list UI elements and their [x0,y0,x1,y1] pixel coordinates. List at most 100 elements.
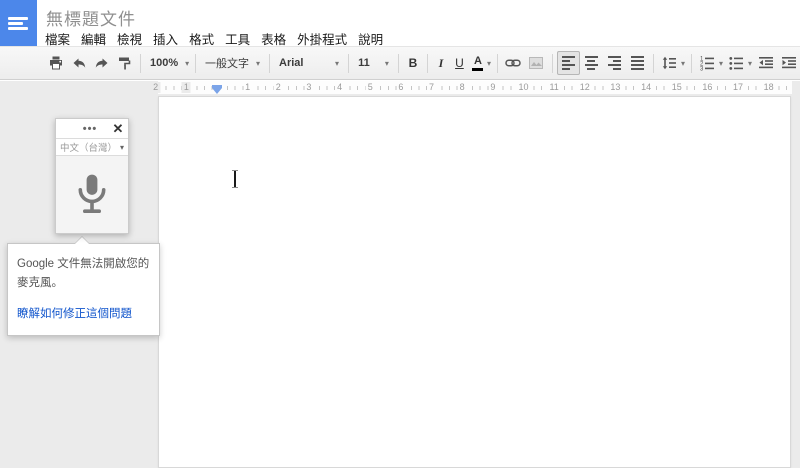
ruler-number: 12 [577,82,592,93]
chevron-down-icon[interactable]: ▾ [748,59,752,68]
language-select[interactable]: 中文（台灣） ▾ [56,138,128,156]
undo-button[interactable] [67,51,90,75]
ruler-number: 10 [516,82,531,93]
ruler-number: 17 [731,82,746,93]
ruler-number: 1 [243,82,253,93]
toolbar-separator [269,53,271,73]
ruler-number: 5 [365,82,375,93]
chevron-down-icon[interactable]: ▾ [487,59,491,68]
toolbar-separator [426,53,428,73]
font-family-value: Arial [279,57,304,69]
toolbar-separator [690,53,692,73]
font-size-select[interactable]: 11 ▾ [353,51,394,75]
align-left-button[interactable] [556,51,580,75]
underline-button[interactable]: U [450,51,469,75]
bold-label: B [408,56,418,70]
align-center-button[interactable] [580,51,603,75]
italic-button[interactable]: I [432,51,450,75]
align-right-button[interactable] [603,51,626,75]
paint-format-button[interactable] [113,51,136,75]
ruler-number: 18 [761,82,776,93]
mic-error-message: Google 文件無法開啟您的麥克風。 [17,258,150,289]
ruler-number: 7 [427,82,437,93]
align-left-icon [561,56,575,70]
ruler-number: 13 [608,82,623,93]
voice-panel-header: ••• ✕ [56,119,128,138]
toolbar-separator [195,53,196,73]
first-line-indent-marker[interactable] [212,85,222,88]
chevron-down-icon[interactable]: ▾ [681,59,685,68]
chevron-down-icon[interactable]: ▾ [719,59,723,68]
chevron-down-icon: ▾ [256,58,261,68]
svg-text:3: 3 [700,66,704,71]
microphone-button[interactable] [56,156,128,233]
text-color-button[interactable]: A [469,51,487,75]
ruler-number: 16 [700,82,715,93]
mic-error-tooltip: Google 文件無法開啟您的麥克風。 瞭解如何修正這個問題 [7,236,160,336]
ruler-number: 2 [151,82,161,93]
toolbar-separator [496,53,498,73]
ruler: 2 1 1 2 3 4 5 6 7 8 9 10 11 12 13 14 15 16 17 18 [0,81,800,94]
redo-button[interactable] [90,51,113,75]
ruler-number: 15 [669,82,684,93]
underline-label: U [455,56,464,70]
overflow-menu-icon[interactable]: ••• [56,123,108,134]
justify-button[interactable] [626,51,649,75]
insert-image-button[interactable] [525,51,548,75]
chevron-down-icon: ▾ [185,58,190,68]
bulleted-list-button[interactable] [725,51,748,75]
ruler-number: 6 [396,82,406,93]
print-button[interactable] [44,51,67,75]
close-icon[interactable]: ✕ [108,121,128,137]
ruler-number: 14 [639,82,654,93]
line-spacing-button[interactable] [658,51,681,75]
ruler-number: 11 [547,82,561,93]
chevron-down-icon: ▾ [119,142,124,152]
toolbar-separator [551,53,553,73]
numbered-list-button[interactable]: 123 [696,51,719,75]
increase-indent-button[interactable] [777,51,800,75]
google-docs-logo-icon[interactable] [0,0,37,46]
fix-problem-link[interactable]: 瞭解如何修正這個問題 [17,305,132,321]
paragraph-style-select[interactable]: 一般文字 ▾ [200,51,265,75]
toolbar-separator [652,53,654,73]
ruler-number: 4 [335,82,345,93]
toolbar-separator [140,53,141,73]
chevron-down-icon: ▾ [335,58,340,68]
text-color-icon: A [472,55,484,71]
undo-icon [73,58,85,68]
paragraph-style-value: 一般文字 [205,58,249,70]
print-icon [49,56,62,70]
align-center-icon [584,56,598,70]
ruler-number: 9 [488,82,498,93]
ruler-number: 3 [304,82,314,93]
align-right-icon [607,56,621,70]
chevron-down-icon: ▾ [384,58,389,68]
image-icon [529,57,544,69]
italic-label: I [438,55,444,70]
microphone-icon [78,174,106,213]
justify-icon [630,56,644,70]
link-icon [505,59,522,67]
zoom-select[interactable]: 100% ▾ [145,51,191,75]
toolbar-separator [348,53,350,73]
decrease-indent-button[interactable] [754,51,777,75]
bold-button[interactable]: B [403,51,423,75]
ruler-page-strip [158,81,792,94]
text-cursor [232,170,238,188]
increase-indent-icon [781,57,796,69]
numbered-list-icon: 123 [700,56,715,71]
redo-icon [95,58,107,68]
toolbar: 100% ▾ 一般文字 ▾ Arial ▾ 11 ▾ B I U A ▾ ▾ 1… [0,46,800,80]
zoom-value: 100% [150,57,179,69]
document-page[interactable] [158,96,791,468]
paint-roller-icon [118,57,130,70]
font-family-select[interactable]: Arial ▾ [274,51,344,75]
line-spacing-icon [663,56,677,70]
language-value: 中文（台灣） [60,143,118,154]
app-header: 無標題文件 檔案 編輯 檢視 插入 格式 工具 表格 外掛程式 說明 [0,0,800,47]
ruler-number: 1 [181,82,191,93]
decrease-indent-icon [758,57,773,69]
document-title[interactable]: 無標題文件 [46,5,136,30]
insert-link-button[interactable] [502,51,525,75]
